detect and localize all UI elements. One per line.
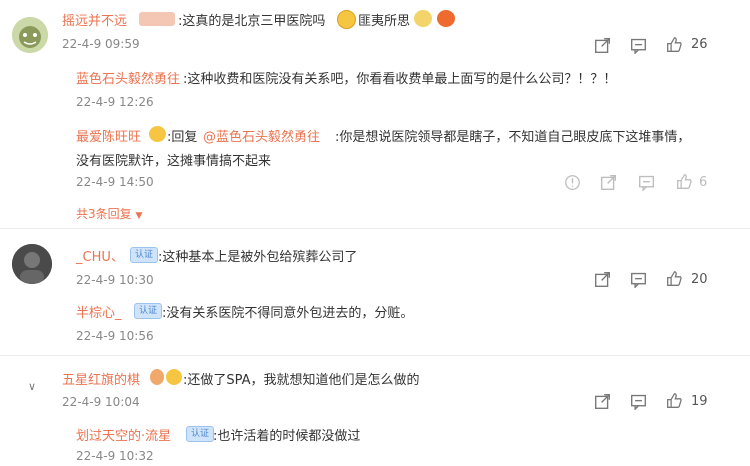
more-replies-label: 共3条回复 xyxy=(76,207,132,221)
vip-badge-icon xyxy=(139,12,175,26)
comment-time: 22-4-9 10:04 xyxy=(62,395,140,409)
reply-time: 22-4-9 10:56 xyxy=(76,329,154,343)
avatar[interactable] xyxy=(12,244,52,284)
like-count: 26 xyxy=(691,37,708,52)
food-emoji-icon xyxy=(437,10,455,27)
verified-badge: 认证 xyxy=(134,303,162,319)
comment-text: :还做了SPA，我就想知道他们是怎么做的 xyxy=(183,373,420,388)
comment-icon[interactable] xyxy=(638,174,655,191)
chevron-icon: ∨ xyxy=(28,380,37,393)
divider xyxy=(0,228,750,229)
avatar[interactable] xyxy=(12,17,48,53)
comment-username[interactable]: 五星红旗的棋 xyxy=(62,369,140,388)
avatar-image xyxy=(12,244,52,284)
reply-username[interactable]: 蓝色石头毅然勇往 xyxy=(76,68,180,87)
reply-username[interactable]: 半棕心_ xyxy=(76,302,122,321)
verified-badge: 认证 xyxy=(186,426,214,442)
reply-username[interactable]: 划过天空的·流星 xyxy=(76,425,171,444)
report-icon[interactable] xyxy=(564,174,581,191)
reply-text: :你是想说医院领导都是瞎子，不知道自己眼皮底下这堆事情， xyxy=(335,130,691,145)
reply-time: 22-4-9 10:32 xyxy=(76,449,154,463)
verified-badge: 认证 xyxy=(130,247,158,263)
comment-icon[interactable] xyxy=(630,393,647,410)
like-count: 20 xyxy=(691,272,708,287)
surprised-emoji-icon xyxy=(337,10,356,29)
shy-emoji-icon xyxy=(166,369,182,385)
comment-time: 22-4-9 10:30 xyxy=(76,273,154,287)
like-icon[interactable] xyxy=(666,36,683,53)
sticker-emoji-icon xyxy=(149,126,166,142)
comment-text: :这种基本上是被外包给殡葬公司了 xyxy=(158,250,358,265)
comment-icon[interactable] xyxy=(630,271,647,288)
reply-text-line2: 没有医院默许，这摊事情搞不起来 xyxy=(76,154,272,169)
like-icon[interactable] xyxy=(676,173,693,190)
comment-text: :这真的是北京三甲医院吗 xyxy=(178,14,326,29)
like-count: 19 xyxy=(691,394,708,409)
reply-time: 22-4-9 14:50 xyxy=(76,175,154,189)
like-icon[interactable] xyxy=(666,270,683,287)
reply-prefix: :回复 xyxy=(167,130,198,145)
gesture-emoji-icon xyxy=(414,10,432,27)
share-icon[interactable] xyxy=(594,37,611,54)
comment-username[interactable]: _CHU、 xyxy=(76,246,124,265)
sticker-emoji-icon xyxy=(150,369,164,385)
reply-username[interactable]: 最爱陈旺旺 xyxy=(76,126,141,145)
reply-text: :没有关系医院不得同意外包进去的，分赃。 xyxy=(162,306,414,321)
like-count: 6 xyxy=(699,175,708,190)
reply-text: :这种收费和医院没有关系吧，你看看收费单最上面写的是什么公司？！？！ xyxy=(183,72,617,87)
like-icon[interactable] xyxy=(666,392,683,409)
share-icon[interactable] xyxy=(594,393,611,410)
comment-time: 22-4-9 09:59 xyxy=(62,37,140,51)
avatar-image xyxy=(12,17,48,53)
comment-icon[interactable] xyxy=(630,37,647,54)
caret-down-icon: ▼ xyxy=(135,211,143,221)
share-icon[interactable] xyxy=(600,174,617,191)
share-icon[interactable] xyxy=(594,271,611,288)
divider xyxy=(0,355,750,356)
comment-username[interactable]: 摇远并不远 xyxy=(62,10,127,29)
reply-text: :也许活着的时候都没做过 xyxy=(213,429,361,444)
reply-time: 22-4-9 12:26 xyxy=(76,95,154,109)
reply-mention[interactable]: @蓝色石头毅然勇往 xyxy=(203,126,320,145)
more-replies-link[interactable]: 共3条回复 ▼ xyxy=(76,205,142,222)
comment-text-suffix: 匪夷所思 xyxy=(358,14,411,29)
